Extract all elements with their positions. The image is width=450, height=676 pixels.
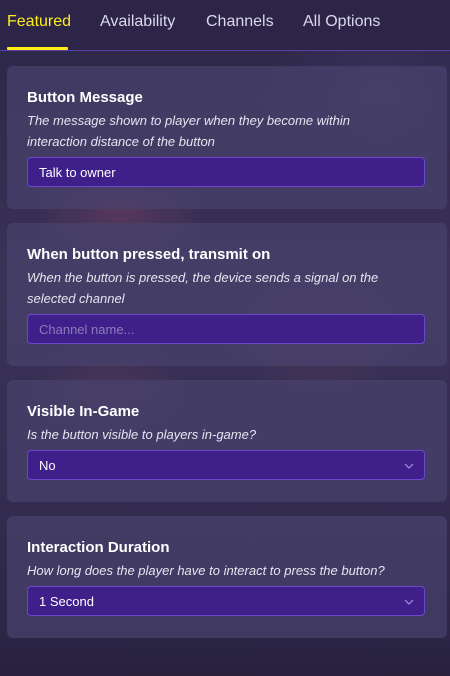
tab-bar: Featured Availability Channels All Optio… [0,0,450,51]
visible-in-game-select[interactable]: No [27,450,425,480]
button-message-card: Button Message The message shown to play… [7,66,447,209]
tab-all-options[interactable]: All Options [303,12,380,32]
tab-availability[interactable]: Availability [100,12,175,32]
active-tab-indicator [7,47,68,50]
button-message-input[interactable]: Talk to owner [27,157,425,187]
chevron-down-icon [404,463,414,469]
visible-in-game-value: No [39,458,56,473]
interaction-duration-description: How long does the player have to interac… [27,563,385,578]
tab-channels[interactable]: Channels [206,12,274,32]
interaction-duration-value: 1 Second [39,594,94,609]
channel-name-input[interactable]: Channel name... [27,314,425,344]
tab-featured[interactable]: Featured [7,12,71,32]
interaction-duration-select[interactable]: 1 Second [27,586,425,616]
channel-name-placeholder: Channel name... [39,322,135,337]
bottom-fade [0,636,450,676]
visible-in-game-card: Visible In-Game Is the button visible to… [7,380,447,502]
button-message-title: Button Message [27,89,143,106]
transmit-on-description: When the button is pressed, the device s… [27,270,379,306]
transmit-on-card: When button pressed, transmit on When th… [7,223,447,366]
button-message-value: Talk to owner [39,165,116,180]
interaction-duration-card: Interaction Duration How long does the p… [7,516,447,638]
visible-in-game-description: Is the button visible to players in-game… [27,427,257,442]
button-message-description: The message shown to player when they be… [27,113,351,149]
transmit-on-title: When button pressed, transmit on [27,246,271,263]
chevron-down-icon [404,599,414,605]
visible-in-game-title: Visible In-Game [27,403,140,420]
interaction-duration-title: Interaction Duration [27,539,170,556]
